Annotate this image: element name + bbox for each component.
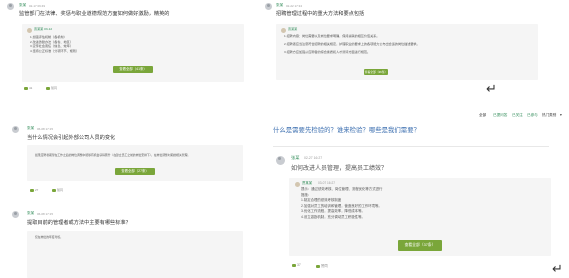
view-all-button[interactable]: 查看全部（36条） [364, 69, 388, 75]
answer-line: 3.优化工作流程，提高效率，降低成本等。 [301, 209, 365, 213]
answer-preview-box: 贾某某 03-12 1.加强评估机制（各机构） 2.改进激励办法（各省、地区） … [22, 24, 244, 82]
like-icon [52, 188, 56, 192]
view-all-button[interactable]: 查看全部（37条） [398, 240, 442, 251]
like-button[interactable]: 赞同 [52, 188, 63, 192]
question-title[interactable]: 当什么情况会引起外部公司人员的变化 [27, 134, 115, 141]
page-title: 什么是需要先检验的？谁来检验？哪些是我们需要？ [273, 127, 420, 134]
question-card-4: 张某 06-08 17:15 提取目前的管理者或方法中主要有哪些标准？ 仅在岗位… [0, 203, 248, 278]
avatar[interactable] [12, 211, 19, 218]
answer-line: 仅在岗位的年度考核。 [35, 235, 63, 239]
answer-author: 贾某某 03-12 [34, 27, 53, 31]
question-title[interactable]: 监管部门在法律、奖惩与职业道德规范方面如何做好激励，精英的 [19, 10, 169, 17]
answer-line: 4.设立激励机制，充分调动员工积极性等。 [301, 214, 365, 219]
avatar [295, 182, 300, 187]
avatar[interactable] [276, 156, 285, 165]
return-icon[interactable]: ↵ [552, 262, 563, 275]
avatar [281, 28, 286, 33]
answer-line: 如果应聘者期望在工作之后的岗位调整中能够有机会获得晋升（在建立员工之前的岗位安排… [35, 153, 191, 157]
return-icon[interactable]: ↵ [486, 82, 497, 95]
answer-count[interactable]: 41 [24, 86, 32, 90]
chevron-down-icon[interactable]: ▾ [560, 113, 562, 117]
answer-preview-box: 贾某某 03-07 16:27 提示：通过绩效考核、岗位管理、流程优化等方式进行… [289, 178, 551, 256]
like-button[interactable]: 赞同 [46, 86, 57, 90]
username[interactable]: 张某 [27, 211, 34, 216]
comment-icon [30, 188, 34, 192]
comment-icon [24, 86, 28, 90]
like-icon [316, 264, 320, 268]
answer-line: 1.招聘内容：岗位需要以及岗位要求明确，保持关联的相互价值关系。 [284, 34, 380, 38]
answer-line: 3.招聘方应加强从应聘者的综合素质和人才测评方面进行规范。 [284, 50, 371, 54]
avatar [27, 28, 32, 33]
timestamp: 02-22 17:34 [286, 3, 303, 8]
like-button[interactable]: 赞同 [316, 263, 328, 268]
answer-line: 措施： [301, 192, 312, 197]
avatar[interactable] [265, 3, 272, 10]
divider [273, 146, 549, 147]
answer-count[interactable]: 27 [30, 188, 38, 192]
view-all-button[interactable]: 查看全部（41条） [113, 66, 153, 73]
comment-icon [292, 263, 296, 267]
timestamp: 06-08 17:15 [37, 126, 54, 131]
timestamp: 02-17 09:49 [29, 3, 46, 8]
answer-count[interactable]: 37 [292, 263, 301, 267]
nav-link-all[interactable]: 全部 [479, 113, 486, 118]
username[interactable]: 张某 [27, 126, 34, 131]
avatar[interactable] [12, 126, 19, 133]
nav-link-answered[interactable]: 已提问答 [493, 113, 507, 118]
answer-preview-box: 贾某某 1.招聘内容：岗位需要以及岗位要求明确，保持关联的相互价值关系。 2.招… [276, 24, 538, 80]
question-title[interactable]: 如何改进人员管理，提高员工绩效？ [291, 163, 387, 172]
timestamp: 02-27 16:27 [304, 155, 323, 160]
question-title[interactable]: 提取目前的管理者或方法中主要有哪些标准？ [27, 219, 131, 226]
avatar[interactable] [7, 3, 14, 10]
nav-link-following[interactable]: 已关注 [512, 113, 523, 118]
view-all-button[interactable]: 查看全部（27条） [115, 168, 155, 175]
answer-line: 2.招聘者应当注意符合招聘的相关规定，护理职业的要求上的各项能力公布出合适的岗位… [284, 42, 420, 46]
answer-line: 4.坚持公正标准（分项环节、规则） [30, 48, 79, 53]
question-card-1: 张某 02-17 09:49 监管部门在法律、奖惩与职业道德规范方面如何做好激励… [0, 0, 248, 92]
answer-preview-box: 如果应聘者期望在工作之后的岗位调整中能够有机会获得晋升（在建立员工之前的岗位安排… [27, 145, 243, 181]
answer-line: 1.制定合理的绩效考核制度 [301, 198, 342, 202]
answer-time: 03-07 16:27 [318, 181, 336, 185]
question-card-3: 张某 06-08 17:15 当什么情况会引起外部公司人员的变化 如果应聘者期望… [0, 118, 248, 196]
answer-author: 贾某某 [288, 27, 298, 31]
answer-preview-box: 仅在岗位的年度考核。 [27, 231, 243, 278]
timestamp: 06-08 17:15 [37, 211, 54, 216]
answer-author: 贾某某 [302, 181, 313, 185]
question-card-2: 张某 02-22 17:34 招聘管理过程中的重大方法和要点包括 贾某某 1.招… [262, 0, 569, 88]
nav-link-category[interactable]: 热门类别 [542, 113, 556, 118]
answer-line: 2.加强对员工的培训和管理，营造良好的工作环境等。 [301, 203, 382, 208]
like-icon [46, 86, 50, 90]
question-card-main: 张某 02-27 16:27 如何改进人员管理，提高员工绩效？ 贾某某 03-0… [272, 150, 564, 278]
username[interactable]: 张某 [291, 155, 299, 161]
nav-link-participated[interactable]: 已参与 [527, 113, 538, 118]
username[interactable]: 张某 [19, 3, 26, 8]
answer-line: 提示：通过绩效考核、岗位管理、流程优化等方式进行 [301, 187, 383, 191]
username[interactable]: 张某 [276, 3, 283, 8]
question-title[interactable]: 招聘管理过程中的重大方法和要点包括 [276, 10, 364, 17]
